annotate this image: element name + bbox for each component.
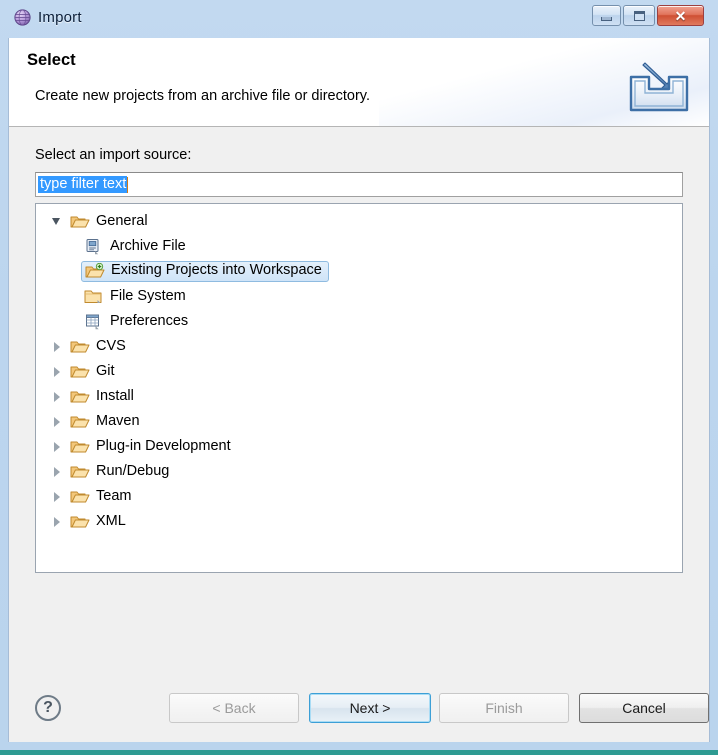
tree-item-content: General	[70, 213, 148, 230]
maximize-button[interactable]	[623, 5, 655, 26]
tree-item[interactable]: Team	[36, 484, 682, 509]
tree-item[interactable]: General	[36, 209, 682, 234]
open-folder-icon	[70, 363, 90, 380]
chevron-right-icon[interactable]	[50, 339, 66, 355]
open-folder-icon	[70, 388, 90, 405]
tree-item-label: Existing Projects into Workspace	[111, 262, 322, 279]
import-arrow-into-tray-icon	[623, 53, 691, 115]
open-folder-icon	[70, 213, 90, 230]
filter-input-value: type filter text	[38, 175, 128, 194]
tree-item-label: Maven	[96, 412, 140, 429]
window-controls: ✕	[592, 5, 704, 26]
dialog-button-bar: ? < Back Next > Finish Cancel	[9, 681, 709, 743]
tree-item-content: File System	[84, 288, 186, 305]
window-inner: Import ✕ Select Create new projects from…	[8, 0, 710, 742]
tree-item-content: Team	[70, 488, 131, 505]
text-caret	[127, 176, 129, 193]
tree-item-content: Git	[70, 363, 115, 380]
chevron-right-icon[interactable]	[50, 489, 66, 505]
tree-item[interactable]: Existing Projects into Workspace	[36, 259, 682, 284]
cancel-button[interactable]: Cancel	[579, 693, 709, 723]
chevron-right-icon[interactable]	[50, 514, 66, 530]
tree-item[interactable]: XML	[36, 509, 682, 534]
tree-item-label: Plug-in Development	[96, 437, 231, 454]
chevron-right-icon[interactable]	[50, 439, 66, 455]
chevron-right-icon[interactable]	[50, 414, 66, 430]
tree-item-label: File System	[110, 287, 186, 304]
tree-item[interactable]: Archive File	[36, 234, 682, 259]
tree-item[interactable]: Plug-in Development	[36, 434, 682, 459]
tree-item-content: Maven	[70, 413, 140, 430]
maximize-icon	[633, 10, 645, 21]
tree-item[interactable]: Install	[36, 384, 682, 409]
tree-item-label: General	[96, 212, 148, 229]
tree-item[interactable]: Preferences	[36, 309, 682, 334]
tree-item-label: Team	[96, 487, 132, 504]
help-label: ?	[43, 699, 53, 716]
tree-item[interactable]: Run/Debug	[36, 459, 682, 484]
tree-item-label: Archive File	[110, 237, 186, 254]
tree-item-label: CVS	[96, 337, 126, 354]
close-icon: ✕	[674, 7, 687, 24]
back-button[interactable]: < Back	[169, 693, 299, 723]
tree-item-label: Git	[96, 362, 115, 379]
tree-item-content: Preferences	[84, 313, 188, 330]
chevron-right-icon[interactable]	[50, 464, 66, 480]
tree-item-label: Install	[96, 387, 134, 404]
title-bar-left: Import	[14, 9, 82, 26]
tree-item-content: XML	[70, 513, 126, 530]
tree-item-content: CVS	[70, 338, 126, 355]
window-title: Import	[38, 9, 82, 26]
close-button[interactable]: ✕	[657, 5, 704, 26]
dialog-body: Select an import source: type filter tex…	[9, 127, 709, 743]
tree-item[interactable]: Maven	[36, 409, 682, 434]
tree-item-content: Archive File	[84, 238, 186, 255]
import-source-tree[interactable]: General Archive File Existing Projects int…	[35, 203, 683, 573]
title-bar[interactable]: Import ✕	[8, 0, 710, 38]
tree-item-selected-highlight: Existing Projects into Workspace	[81, 261, 329, 282]
archive-file-icon	[84, 238, 104, 255]
tree-item-label: XML	[96, 512, 126, 529]
minimize-button[interactable]	[592, 5, 621, 26]
window-frame: Import ✕ Select Create new projects from…	[0, 0, 718, 750]
open-folder-icon	[70, 438, 90, 455]
filter-text-input[interactable]: type filter text	[35, 172, 683, 197]
import-project-folder-icon	[85, 262, 105, 280]
tree-item[interactable]: Git	[36, 359, 682, 384]
finish-button[interactable]: Finish	[439, 693, 569, 723]
tree-item[interactable]: File System	[36, 284, 682, 309]
page-description: Create new projects from an archive file…	[35, 88, 370, 104]
chevron-right-icon[interactable]	[50, 364, 66, 380]
preferences-grid-icon	[84, 313, 104, 330]
import-source-label: Select an import source:	[35, 147, 192, 163]
folder-icon	[84, 288, 104, 305]
page-title: Select	[27, 51, 76, 69]
tree-item-content: Install	[70, 388, 134, 405]
wizard-header: Select Create new projects from an archi…	[9, 38, 709, 127]
screenshot-root: Import ✕ Select Create new projects from…	[0, 0, 718, 755]
open-folder-icon	[70, 513, 90, 530]
tree-item-label: Run/Debug	[96, 462, 170, 479]
tree-item-content: Plug-in Development	[70, 438, 231, 455]
open-folder-icon	[70, 488, 90, 505]
chevron-down-icon[interactable]	[50, 214, 66, 230]
dialog-client-area: Select Create new projects from an archi…	[8, 38, 710, 742]
open-folder-icon	[70, 463, 90, 480]
tree-item-label: Preferences	[110, 312, 189, 329]
open-folder-icon	[70, 413, 90, 430]
eclipse-import-sphere-icon	[14, 9, 31, 26]
next-button[interactable]: Next >	[309, 693, 431, 723]
open-folder-icon	[70, 338, 90, 355]
tree-item-content: Run/Debug	[70, 463, 169, 480]
tree-item[interactable]: CVS	[36, 334, 682, 359]
question-mark-circle-icon[interactable]: ?	[35, 695, 61, 721]
minimize-icon	[601, 16, 612, 21]
chevron-right-icon[interactable]	[50, 389, 66, 405]
